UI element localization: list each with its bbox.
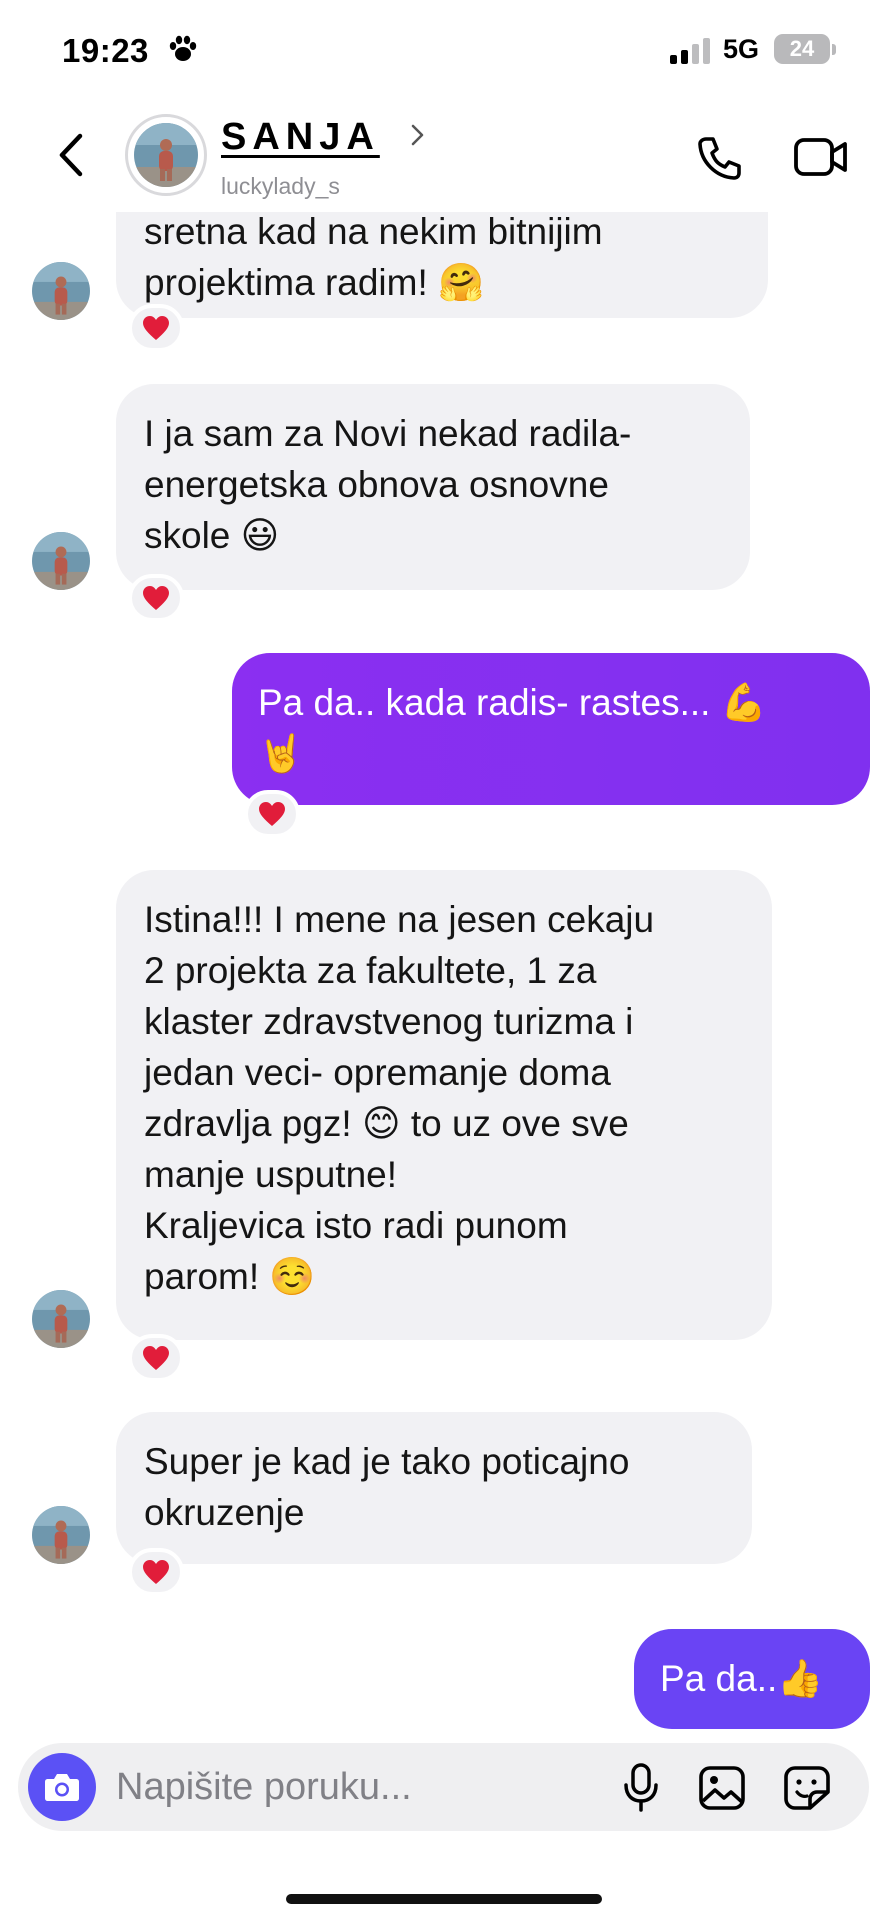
message-line: Pa da.. kada radis- rastes... 💪 (258, 682, 767, 723)
status-bar: 19:23 5G 24 (0, 0, 887, 100)
message-line: okruzenje (144, 1492, 305, 1533)
heart-icon (143, 316, 169, 340)
message-input[interactable] (116, 1759, 596, 1815)
incoming-message[interactable]: Istina!!! I mene na jesen cekaju 2 proje… (116, 870, 772, 1340)
message-line: jedan veci- opremanje doma (144, 1052, 611, 1093)
message-line: zdravlja pgz! 😊 to uz ove sve (144, 1103, 629, 1144)
video-call-icon[interactable] (794, 136, 848, 178)
heart-reaction[interactable] (128, 1548, 184, 1596)
message-line: Istina!!! I mene na jesen cekaju (144, 899, 655, 940)
contact-avatar[interactable] (125, 114, 207, 196)
contact-handle: luckylady_s (221, 173, 340, 199)
incoming-message[interactable]: sretna kad na nekim bitnijim projektima … (116, 212, 768, 318)
status-time: 19:23 (62, 32, 149, 69)
contact-name[interactable]: SANJA (221, 116, 380, 159)
incoming-message[interactable]: Super je kad je tako poticajno okruzenje (116, 1412, 752, 1564)
microphone-icon[interactable] (622, 1763, 660, 1813)
message-line: energetska obnova osnovne (144, 464, 609, 505)
message-line: parom! ☺️ (144, 1256, 316, 1297)
sticker-icon[interactable] (783, 1765, 831, 1811)
camera-icon (45, 1774, 79, 1801)
heart-reaction[interactable] (244, 790, 300, 838)
home-indicator[interactable] (286, 1894, 602, 1904)
phone-icon[interactable] (696, 134, 744, 182)
message-line: manje usputne! (144, 1154, 398, 1195)
sender-avatar[interactable] (32, 532, 90, 590)
heart-reaction[interactable] (128, 304, 184, 352)
camera-button[interactable] (28, 1753, 96, 1821)
contact-avatar-image (134, 123, 198, 187)
message-line: klaster zdravstvenog turizma i (144, 1001, 634, 1042)
message-composer (18, 1743, 869, 1831)
network-type: 5G (723, 34, 760, 64)
heart-icon (259, 802, 285, 826)
message-line: Kraljevica isto radi punom (144, 1205, 568, 1246)
battery-tip (832, 44, 836, 55)
sender-avatar[interactable] (32, 1506, 90, 1564)
gallery-icon[interactable] (698, 1765, 746, 1811)
chevron-right-icon[interactable] (410, 122, 426, 148)
heart-reaction[interactable] (128, 1334, 184, 1382)
paw-icon (169, 35, 197, 61)
message-line: Pa da..👍 (660, 1658, 824, 1699)
incoming-message[interactable]: I ja sam za Novi nekad radila- energetsk… (116, 384, 750, 590)
message-line: 🤘 (258, 733, 305, 774)
sender-avatar[interactable] (32, 262, 90, 320)
heart-reaction[interactable] (128, 574, 184, 622)
back-icon[interactable] (52, 130, 92, 180)
message-line: 2 projekta za fakultete, 1 za (144, 950, 597, 991)
heart-icon (143, 1560, 169, 1584)
signal-icon (670, 38, 710, 64)
outgoing-message[interactable]: Pa da..👍 (634, 1629, 870, 1729)
outgoing-message[interactable]: Pa da.. kada radis- rastes... 💪 🤘 (232, 653, 870, 805)
battery-level: 24 (774, 34, 830, 64)
message-line: projektima radim! 🤗 (144, 262, 485, 303)
message-line: skole 😃 (144, 515, 280, 556)
message-line: I ja sam za Novi nekad radila- (144, 413, 632, 454)
message-line: Super je kad je tako poticajno (144, 1441, 630, 1482)
heart-icon (143, 586, 169, 610)
message-list[interactable]: sretna kad na nekim bitnijim projektima … (0, 212, 887, 1737)
message-line: sretna kad na nekim bitnijim (144, 212, 603, 252)
sender-avatar[interactable] (32, 1290, 90, 1348)
heart-icon (143, 1346, 169, 1370)
chat-header: SANJA luckylady_s (0, 100, 887, 212)
